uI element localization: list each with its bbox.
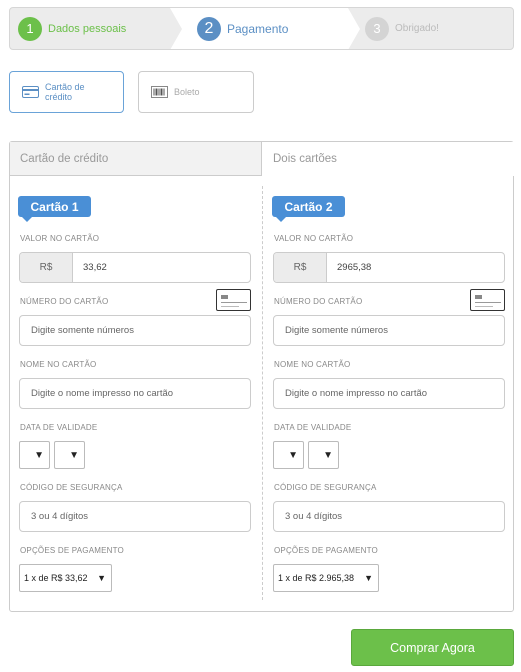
step-arrow: [170, 8, 182, 49]
method-boleto[interactable]: Boleto: [138, 71, 254, 113]
caret-down-icon: ▼: [69, 449, 79, 461]
amount-label: VALOR NO CARTÃO: [274, 234, 354, 243]
cvv-input[interactable]: 3 ou 4 dígitos: [19, 501, 251, 532]
method-label: Cartão de crédito: [45, 82, 85, 102]
buy-now-button[interactable]: Comprar Agora: [351, 629, 514, 666]
card-badge: Cartão 2: [272, 196, 345, 222]
cvv-input[interactable]: 3 ou 4 dígitos: [273, 501, 505, 532]
card-name-label: NOME NO CARTÃO: [20, 360, 97, 369]
card-name-input[interactable]: Digite o nome impresso no cartão: [273, 378, 505, 409]
step-label: Dados pessoais: [48, 22, 127, 35]
card-number-label: NÚMERO DO CARTÃO: [20, 297, 109, 306]
installments-value: 1 x de R$ 33,62: [24, 573, 88, 583]
step-arrow: [348, 8, 360, 49]
expiry-year-select[interactable]: ▼: [308, 441, 339, 469]
credit-card-icon: [216, 289, 251, 311]
amount-value: 2965,38: [337, 262, 372, 273]
method-label: Boleto: [174, 87, 200, 97]
installments-label: OPÇÕES DE PAGAMENTO: [20, 546, 124, 555]
caret-down-icon: ▼: [34, 449, 44, 461]
amount-field[interactable]: R$ 2965,38: [273, 252, 505, 283]
expiry-month-select[interactable]: ▼: [19, 441, 50, 469]
column-divider: [262, 186, 263, 600]
step-payment: 2 Pagamento: [197, 8, 288, 49]
installments-select[interactable]: 1 x de R$ 33,62 ▼: [19, 564, 112, 592]
expiry-month-select[interactable]: ▼: [273, 441, 304, 469]
credit-card-icon: [22, 86, 39, 98]
card-payment-panel: Cartão de crédito Dois cartões Cartão 1 …: [9, 141, 514, 612]
barcode-icon: [151, 86, 168, 98]
currency-prefix: R$: [274, 253, 327, 282]
card-badge: Cartão 1: [18, 196, 91, 222]
tab-two-cards[interactable]: Dois cartões: [262, 142, 514, 176]
checkout-stepper: 1 Dados pessoais 2 Pagamento 3 Obrigado!: [9, 7, 514, 50]
step-number: 2: [197, 16, 221, 41]
caret-down-icon: ▼: [323, 449, 333, 461]
tab-single-card[interactable]: Cartão de crédito: [10, 142, 262, 176]
step-label: Obrigado!: [395, 23, 439, 34]
step-personal-data[interactable]: 1 Dados pessoais: [18, 8, 126, 49]
card-number-input[interactable]: Digite somente números: [19, 315, 251, 346]
credit-card-icon: [470, 289, 505, 311]
amount-label: VALOR NO CARTÃO: [20, 234, 100, 243]
installments-select[interactable]: 1 x de R$ 2.965,38 ▼: [273, 564, 379, 592]
installments-value: 1 x de R$ 2.965,38: [278, 573, 355, 583]
currency-prefix: R$: [20, 253, 73, 282]
step-thanks: 3 Obrigado!: [365, 8, 439, 49]
cvv-label: CÓDIGO DE SEGURANÇA: [20, 483, 123, 492]
step-label: Pagamento: [227, 21, 289, 36]
card-name-label: NOME NO CARTÃO: [274, 360, 351, 369]
amount-field[interactable]: R$ 33,62: [19, 252, 251, 283]
caret-down-icon: ▼: [288, 449, 298, 461]
card-number-label: NÚMERO DO CARTÃO: [274, 297, 363, 306]
expiry-label: DATA DE VALIDADE: [20, 423, 98, 432]
expiry-label: DATA DE VALIDADE: [274, 423, 352, 432]
card-name-input[interactable]: Digite o nome impresso no cartão: [19, 378, 251, 409]
card-number-input[interactable]: Digite somente números: [273, 315, 505, 346]
installments-label: OPÇÕES DE PAGAMENTO: [274, 546, 378, 555]
caret-down-icon: ▼: [364, 573, 373, 583]
cvv-label: CÓDIGO DE SEGURANÇA: [274, 483, 377, 492]
method-credit-card[interactable]: Cartão de crédito: [9, 71, 124, 113]
step-number: 3: [365, 16, 389, 41]
amount-value: 33,62: [83, 262, 107, 273]
expiry-year-select[interactable]: ▼: [54, 441, 85, 469]
caret-down-icon: ▼: [97, 573, 106, 583]
step-number: 1: [18, 16, 42, 41]
